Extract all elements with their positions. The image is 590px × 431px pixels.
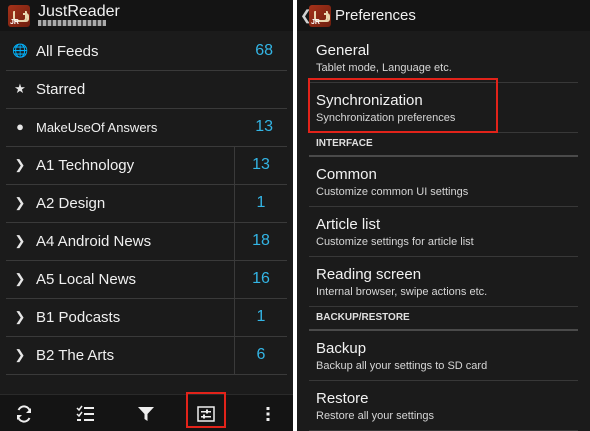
globe-icon: 🌐 bbox=[12, 43, 29, 58]
unread-count: 13 bbox=[255, 118, 273, 135]
bottom-toolbar bbox=[0, 394, 293, 431]
category-interface: INTERFACE bbox=[309, 133, 578, 157]
more-vertical-icon bbox=[266, 406, 270, 421]
unread-count[interactable]: 1 bbox=[235, 308, 287, 326]
pref-summary: Tablet mode, Language etc. bbox=[316, 62, 452, 74]
dot-icon: ● bbox=[16, 119, 24, 134]
feed-row[interactable]: ★ Starred bbox=[6, 71, 287, 109]
refresh-button[interactable] bbox=[4, 395, 44, 431]
feed-row[interactable]: ❯ A5 Local News 16 bbox=[6, 261, 287, 299]
unread-count: 68 bbox=[255, 42, 273, 59]
pref-title: Common bbox=[316, 166, 377, 183]
chevron-right-icon: ❯ bbox=[14, 271, 26, 286]
account-subtitle-redacted bbox=[38, 20, 106, 26]
pref-title: Article list bbox=[316, 216, 381, 233]
app-title: JustReader bbox=[38, 3, 120, 20]
pref-reading-screen[interactable]: Reading screen Internal browser, swipe ac… bbox=[309, 257, 578, 307]
feed-row[interactable]: 🌐 All Feeds 68 bbox=[6, 33, 287, 71]
synchronization-highlight bbox=[308, 78, 498, 133]
app-logo-icon: JR bbox=[309, 5, 331, 27]
app-logo-icon[interactable]: JR bbox=[8, 5, 30, 27]
chevron-right-icon: ❯ bbox=[14, 347, 26, 362]
category-backup-restore: BACKUP/RESTORE bbox=[309, 307, 578, 331]
overflow-menu-button[interactable] bbox=[248, 395, 288, 431]
pref-summary: Internal browser, swipe actions etc. bbox=[316, 286, 488, 298]
feed-label: A5 Local News bbox=[36, 271, 137, 288]
pref-summary: Customize common UI settings bbox=[316, 186, 469, 198]
feed-list: 🌐 All Feeds 68 ★ Starred ● MakeUseOf Answers 13… bbox=[0, 33, 293, 375]
preferences-action-bar[interactable]: ❮ JR Preferences bbox=[297, 0, 590, 31]
chevron-right-icon: ❯ bbox=[14, 157, 26, 172]
feed-row[interactable]: ❯ B2 The Arts 6 bbox=[6, 337, 287, 375]
feed-row[interactable]: ● MakeUseOf Answers 13 bbox=[6, 109, 287, 147]
refresh-icon bbox=[17, 404, 31, 423]
chevron-right-icon: ❯ bbox=[14, 233, 26, 248]
chevron-right-icon: ❯ bbox=[14, 309, 26, 324]
unread-count[interactable]: 1 bbox=[235, 194, 287, 212]
feed-row[interactable]: ❯ B1 Podcasts 1 bbox=[6, 299, 287, 337]
pref-general[interactable]: General Tablet mode, Language etc. bbox=[309, 33, 578, 83]
feed-label: Starred bbox=[36, 81, 86, 98]
feed-label: A2 Design bbox=[36, 195, 106, 212]
pref-title: Reading screen bbox=[316, 266, 422, 283]
feed-label: B1 Podcasts bbox=[36, 309, 121, 326]
feeds-action-bar: JR JustReader bbox=[0, 0, 293, 31]
chevron-right-icon: ❯ bbox=[14, 195, 26, 210]
feed-label: A4 Android News bbox=[36, 233, 152, 250]
pref-summary: Customize settings for article list bbox=[316, 236, 474, 248]
pref-title: Backup bbox=[316, 340, 367, 357]
unread-count[interactable]: 16 bbox=[235, 270, 287, 288]
pref-summary: Restore all your settings bbox=[316, 410, 434, 422]
feed-row[interactable]: ❯ A2 Design 1 bbox=[6, 185, 287, 223]
unread-count[interactable]: 6 bbox=[235, 346, 287, 364]
settings-button-highlight bbox=[186, 392, 226, 428]
unread-count[interactable]: 13 bbox=[235, 156, 287, 174]
preferences-screen: ❮ JR Preferences General Tablet mode, Lan… bbox=[297, 0, 590, 431]
pref-title: General bbox=[316, 42, 370, 59]
feeds-screen: JR JustReader 🌐 All Feeds 68 ★ Starred ● MakeU… bbox=[0, 0, 293, 431]
feed-label: All Feeds bbox=[36, 43, 99, 60]
feed-label: B2 The Arts bbox=[36, 347, 115, 364]
checklist-icon bbox=[76, 405, 94, 421]
pref-restore[interactable]: Restore Restore all your settings bbox=[309, 381, 578, 431]
pref-title: Restore bbox=[316, 390, 369, 407]
star-icon: ★ bbox=[14, 81, 26, 96]
feed-label: MakeUseOf Answers bbox=[36, 120, 158, 135]
category-label: BACKUP/RESTORE bbox=[316, 312, 410, 323]
filter-icon bbox=[138, 406, 154, 421]
category-label: INTERFACE bbox=[316, 138, 373, 149]
pref-common[interactable]: Common Customize common UI settings bbox=[309, 157, 578, 207]
mark-read-button[interactable] bbox=[65, 395, 105, 431]
pref-article-list[interactable]: Article list Customize settings for artic… bbox=[309, 207, 578, 257]
filter-button[interactable] bbox=[126, 395, 166, 431]
feed-label: A1 Technology bbox=[36, 157, 135, 174]
unread-count[interactable]: 18 bbox=[235, 232, 287, 250]
feed-row[interactable]: ❯ A1 Technology 13 bbox=[6, 147, 287, 185]
feed-row[interactable]: ❯ A4 Android News 18 bbox=[6, 223, 287, 261]
pref-backup[interactable]: Backup Backup all your settings to SD car… bbox=[309, 331, 578, 381]
page-title: Preferences bbox=[335, 7, 416, 24]
pref-summary: Backup all your settings to SD card bbox=[316, 360, 488, 372]
